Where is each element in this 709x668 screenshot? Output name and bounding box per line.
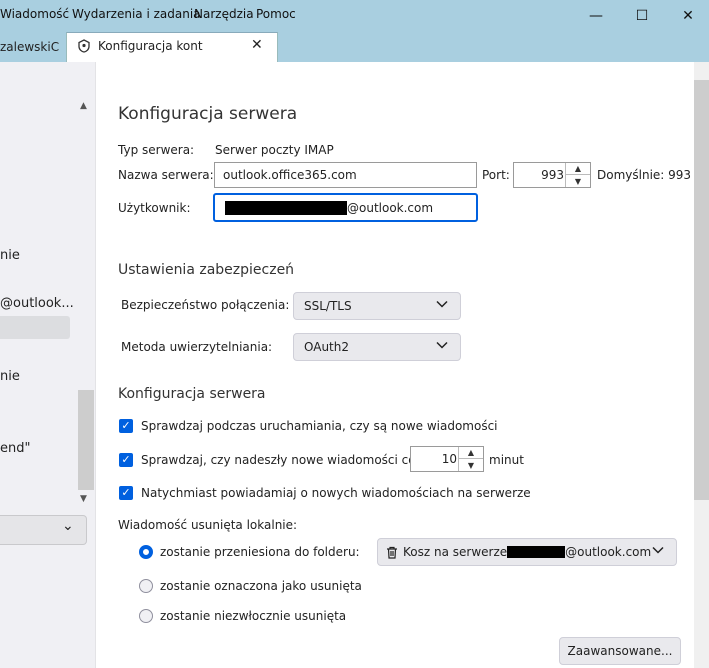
mark-deleted-radio[interactable] <box>139 579 153 593</box>
server-type-label: Typ serwera: <box>118 143 195 157</box>
connection-security-select[interactable]: SSL/TLS <box>293 292 461 320</box>
menu-message[interactable]: Wiadomość <box>0 7 69 21</box>
advanced-button[interactable]: Zaawansowane... <box>559 637 681 665</box>
menu-help[interactable]: Pomoc <box>256 7 296 21</box>
tab-previous[interactable]: zalewskiC <box>0 35 59 60</box>
minimize-button[interactable]: — <box>573 0 619 31</box>
check-startup-checkbox[interactable]: ✓ <box>119 419 133 433</box>
check-every-label[interactable]: Sprawdzaj, czy nadeszły nowe wiadomości … <box>141 453 416 467</box>
left-pane-dropdown[interactable]: ⌄ <box>0 515 87 545</box>
minutes-label: minut <box>489 453 524 467</box>
chevron-down-icon <box>652 546 664 558</box>
user-input[interactable]: @outlook.com <box>213 193 478 222</box>
trash-folder-prefix: Kosz na serwerze <box>403 545 508 559</box>
left-pane-item[interactable]: nie <box>0 248 20 263</box>
auth-method-label: Metoda uwierzytelniania: <box>121 340 273 354</box>
port-decrement-icon[interactable]: ▼ <box>566 175 590 187</box>
auth-method-value: OAuth2 <box>304 340 349 354</box>
left-scroll-down-icon[interactable]: ▼ <box>80 494 87 504</box>
account-settings-icon <box>77 39 91 53</box>
user-value: @outlook.com <box>347 200 434 215</box>
tab-label: Konfiguracja kont <box>98 39 203 53</box>
interval-decrement-icon[interactable]: ▼ <box>459 459 483 471</box>
chevron-down-icon: ⌄ <box>62 518 74 534</box>
server-name-input[interactable]: outlook.office365.com <box>214 162 477 188</box>
auth-method-select[interactable]: OAuth2 <box>293 333 461 361</box>
delete-immediately-radio[interactable] <box>139 609 153 623</box>
port-increment-icon[interactable]: ▲ <box>566 163 590 175</box>
port-stepper[interactable]: 993 ▲ ▼ <box>513 162 591 188</box>
deleted-message-label: Wiadomość usunięta lokalnie: <box>118 518 298 532</box>
user-label: Użytkownik: <box>118 201 191 215</box>
redacted-username <box>225 200 347 215</box>
check-interval-stepper[interactable]: 10 ▲ ▼ <box>410 446 484 472</box>
connection-security-label: Bezpieczeństwo połączenia: <box>121 298 290 312</box>
notify-label[interactable]: Natychmiast powiadamiaj o nowych wiadomo… <box>141 486 531 500</box>
left-pane-selected-item[interactable] <box>0 316 70 339</box>
port-value: 993 <box>541 168 564 182</box>
server-type-value: Serwer poczty IMAP <box>215 143 334 157</box>
redacted-folder-owner <box>507 546 566 558</box>
maximize-button[interactable]: ☐ <box>619 0 665 31</box>
chevron-down-icon <box>436 341 448 353</box>
tab-account-settings[interactable]: Konfiguracja kont ✕ <box>66 32 278 62</box>
server-name-value: outlook.office365.com <box>223 168 357 182</box>
close-tab-icon[interactable]: ✕ <box>251 37 263 53</box>
check-every-checkbox[interactable]: ✓ <box>119 453 133 467</box>
trash-folder-select[interactable]: Kosz na serwerze @outlook.com <box>377 538 677 566</box>
mark-deleted-label[interactable]: zostanie oznaczona jako usunięta <box>160 579 362 593</box>
content-scrollbar-thumb[interactable] <box>694 80 709 500</box>
check-startup-label[interactable]: Sprawdzaj podczas uruchamiania, czy są n… <box>141 419 498 433</box>
left-pane-item[interactable]: nie <box>0 369 20 384</box>
default-port-label: Domyślnie: 993 <box>597 168 692 182</box>
trash-folder-suffix: @outlook.com <box>565 545 652 559</box>
close-window-button[interactable]: ✕ <box>665 0 709 31</box>
chevron-down-icon <box>436 300 448 312</box>
server-config-title: Konfiguracja serwera <box>118 386 266 402</box>
security-title: Ustawienia zabezpieczeń <box>118 262 295 278</box>
interval-increment-icon[interactable]: ▲ <box>459 447 483 459</box>
left-scrollbar-thumb[interactable] <box>78 390 94 490</box>
check-interval-value: 10 <box>441 452 457 466</box>
port-label: Port: <box>482 168 510 182</box>
move-to-folder-label[interactable]: zostanie przeniesiona do folderu: <box>160 545 360 559</box>
menu-events-tasks[interactable]: Wydarzenia i zadania <box>72 7 201 21</box>
connection-security-value: SSL/TLS <box>304 299 352 313</box>
menu-tools[interactable]: Narzędzia <box>194 7 254 21</box>
left-scroll-up-icon[interactable]: ▲ <box>80 101 87 111</box>
left-pane <box>0 62 96 668</box>
move-to-folder-radio[interactable] <box>139 545 153 559</box>
delete-immediately-label[interactable]: zostanie niezwłocznie usunięta <box>160 609 346 623</box>
server-settings-title: Konfiguracja serwera <box>118 104 298 124</box>
trash-icon <box>386 546 398 559</box>
server-name-label: Nazwa serwera: <box>118 168 214 182</box>
notify-checkbox[interactable]: ✓ <box>119 486 133 500</box>
left-pane-item[interactable]: @outlook... <box>0 296 74 311</box>
left-pane-item[interactable]: end" <box>0 441 30 456</box>
